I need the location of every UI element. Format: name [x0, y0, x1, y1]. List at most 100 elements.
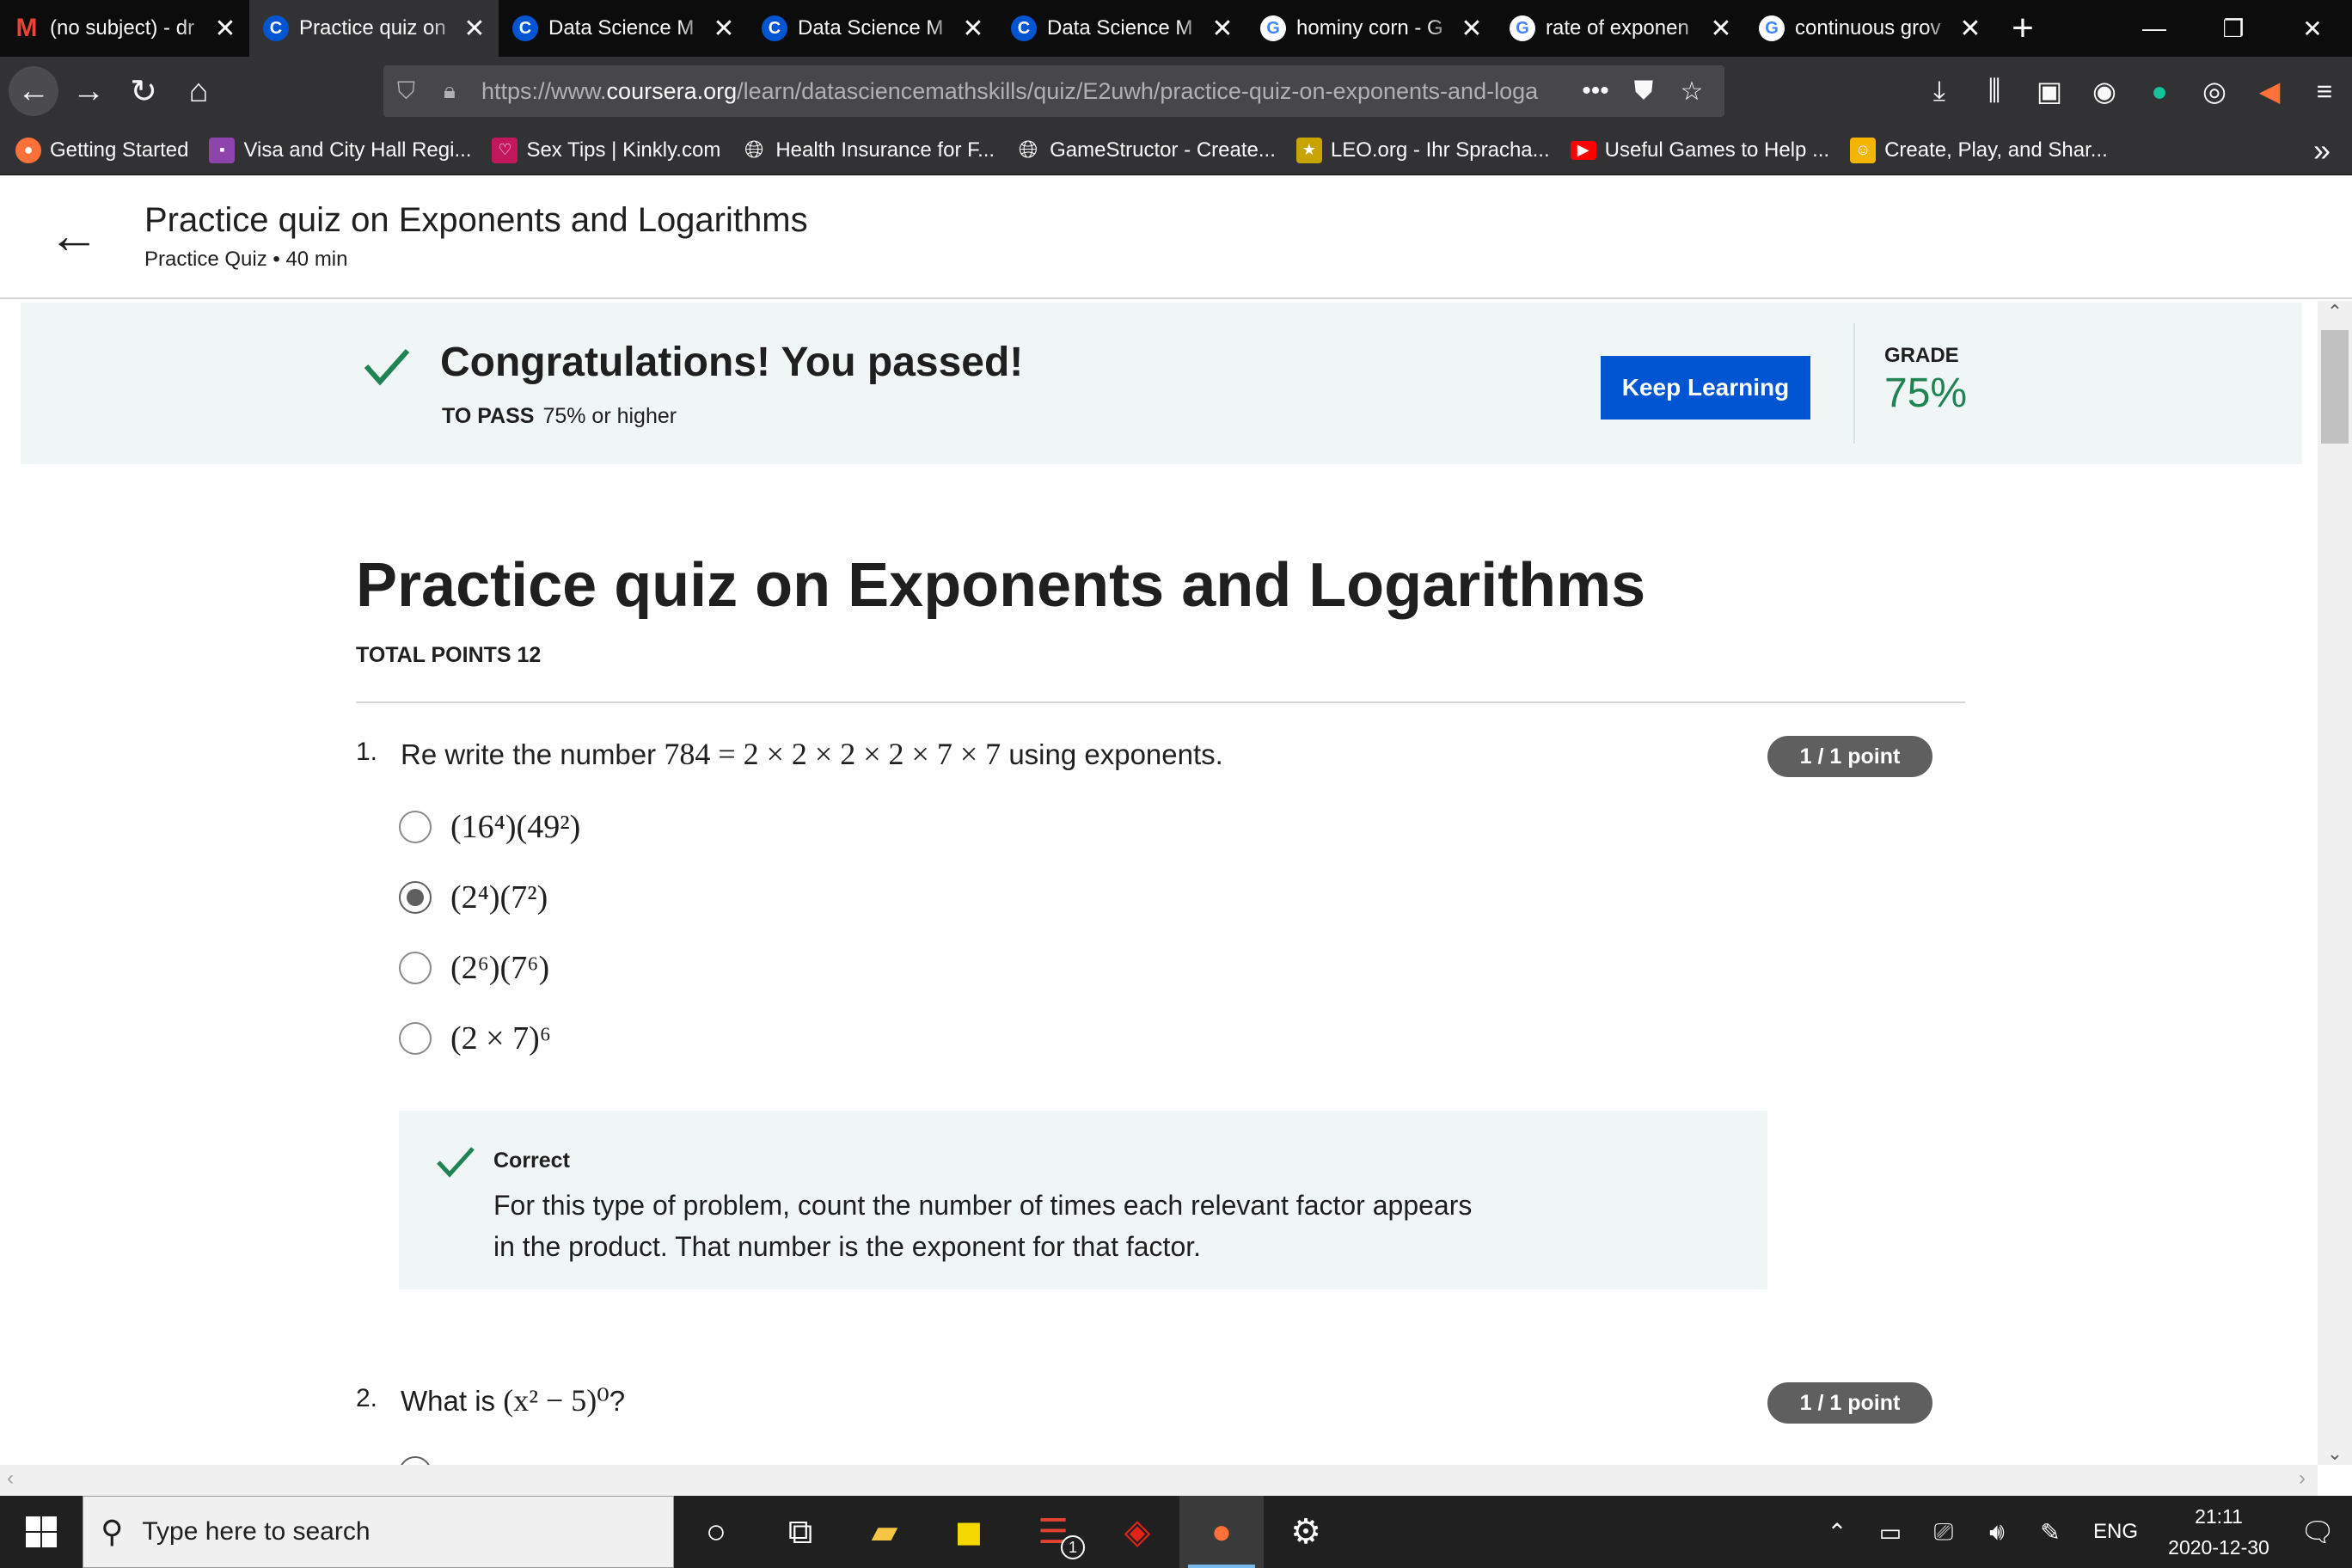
more-bookmarks-icon[interactable]: »	[2292, 132, 2352, 168]
bookmark-item[interactable]: 🌐︎ Health Insurance for F...	[741, 136, 995, 163]
forward-arrow-icon[interactable]: →	[64, 66, 113, 116]
close-tab-icon[interactable]: ✕	[1709, 14, 1733, 44]
pen-icon[interactable]: ✎	[2024, 1518, 2077, 1547]
bookmark-item[interactable]: ● Getting Started	[15, 137, 188, 163]
file-explorer-icon[interactable]: ▰	[842, 1496, 927, 1568]
back-arrow-icon[interactable]: ←	[9, 66, 58, 116]
search-placeholder: Type here to search	[142, 1517, 371, 1546]
reader-view-icon[interactable]: ▣	[2022, 75, 2077, 107]
scroll-right-icon[interactable]: ›	[2299, 1467, 2306, 1491]
item-header: ← Practice quiz on Exponents and Logarit…	[0, 175, 2352, 299]
browser-tab-hominy-corn[interactable]: G hominy corn - G ✕	[1246, 0, 1496, 57]
clock[interactable]: 21:11 2020-12-30	[2154, 1501, 2283, 1563]
home-icon[interactable]: ⌂	[174, 66, 224, 116]
browser-tab-data-science-2[interactable]: C Data Science M ✕	[748, 0, 997, 57]
close-tab-icon[interactable]: ✕	[1210, 14, 1234, 44]
bookmark-item[interactable]: ▪ Visa and City Hall Regi...	[209, 137, 471, 163]
url-text[interactable]: https://www.coursera.org/learn/datascien…	[481, 78, 1566, 105]
todoist-icon[interactable]: ☰ 1	[1011, 1496, 1095, 1568]
browser-tab-data-science-1[interactable]: C Data Science M ✕	[499, 0, 748, 57]
keep-learning-button[interactable]: Keep Learning	[1601, 356, 1810, 420]
horizontal-scrollbar[interactable]: ‹ ›	[0, 1465, 2318, 1496]
bookmark-item[interactable]: ♡ Sex Tips | Kinkly.com	[492, 137, 720, 163]
back-arrow-icon[interactable]: ←	[48, 210, 100, 261]
start-button[interactable]	[0, 1496, 83, 1568]
bookmark-star-icon[interactable]: ☆	[1673, 77, 1711, 107]
bookmark-item[interactable]: ▶ Useful Games to Help ...	[1570, 138, 1829, 162]
address-bar[interactable]: ⛉ 🔒︎ https://www.coursera.org/learn/data…	[383, 65, 1724, 117]
radio-button[interactable]	[399, 952, 432, 984]
close-tab-icon[interactable]: ✕	[1460, 14, 1484, 44]
library-icon[interactable]: ⫼	[1967, 75, 2022, 107]
header-title: Practice quiz on Exponents and Logarithm…	[144, 201, 808, 239]
bookmark-item[interactable]: 🌐︎ GameStructor - Create...	[1015, 136, 1276, 163]
browser-tab-practice-quiz[interactable]: C Practice quiz on ✕	[249, 0, 499, 57]
radio-button-checked[interactable]	[399, 881, 432, 914]
minimize-icon[interactable]: —	[2115, 0, 2194, 57]
browser-tab-rate-of-exponent[interactable]: G rate of exponen ✕	[1496, 0, 1745, 57]
taskbar-search-box[interactable]: ⚲ Type here to search	[83, 1496, 674, 1568]
close-tab-icon[interactable]: ✕	[1958, 14, 1982, 44]
firefox-icon[interactable]: ●	[1179, 1496, 1264, 1568]
chevron-up-icon[interactable]: ⌃	[1810, 1518, 1864, 1547]
grammarly-icon[interactable]: ●	[2132, 76, 2187, 107]
bookmark-item[interactable]: ☺ Create, Play, and Shar...	[1850, 137, 2108, 163]
close-tab-icon[interactable]: ✕	[213, 14, 237, 44]
close-window-icon[interactable]: ✕	[2273, 0, 2352, 57]
menu-icon[interactable]: ≡	[2297, 76, 2352, 107]
site-icon: ☺	[1850, 137, 1877, 163]
task-view-icon[interactable]: ⧉	[758, 1496, 842, 1568]
network-icon[interactable]: ⎚	[1917, 1518, 1970, 1547]
language-indicator[interactable]: ENG	[2077, 1520, 2154, 1544]
close-tab-icon[interactable]: ✕	[712, 14, 736, 44]
sticky-notes-icon[interactable]: ◼	[927, 1496, 1011, 1568]
action-center-icon[interactable]: 🗨︎	[2283, 1516, 2352, 1548]
scroll-left-icon[interactable]: ‹	[7, 1467, 14, 1491]
answer-option-selected[interactable]: (2⁴)(7²)	[399, 872, 548, 923]
tab-title: Data Science M	[1047, 16, 1193, 40]
extension-icon[interactable]: ◎	[2187, 75, 2242, 107]
close-tab-icon[interactable]: ✕	[961, 14, 985, 44]
pass-requirement: TO PASS 75% or higher	[442, 404, 677, 429]
scroll-down-icon[interactable]: ⌄	[2318, 1442, 2352, 1465]
browser-tab-gmail[interactable]: M (no subject) - dr ✕	[0, 0, 249, 57]
browser-tab-data-science-3[interactable]: C Data Science M ✕	[997, 0, 1246, 57]
radio-button[interactable]	[399, 811, 432, 843]
quiz-title: Practice quiz on Exponents and Logarithm…	[356, 551, 1646, 620]
radio-button[interactable]	[399, 1456, 432, 1465]
bookmark-label: LEO.org - Ihr Spracha...	[1330, 138, 1550, 162]
downloads-icon[interactable]: ⤓	[1912, 75, 1967, 107]
answer-option[interactable]: (2 × 7)⁶	[399, 1013, 551, 1064]
battery-icon[interactable]: ▭	[1864, 1518, 1917, 1547]
bookmark-item[interactable]: ★ LEO.org - Ihr Spracha...	[1295, 137, 1550, 163]
scrollbar-thumb[interactable]	[2321, 330, 2349, 444]
bookmark-label: Health Insurance for F...	[775, 138, 995, 162]
volume-icon[interactable]: 🔊︎	[1970, 1518, 2024, 1547]
vertical-scrollbar[interactable]: ⌃ ⌄	[2318, 301, 2352, 1465]
option-label: (16⁴)(49²)	[450, 809, 581, 845]
answer-option[interactable]: (2⁶)(7⁶)	[399, 942, 549, 994]
scroll-up-icon[interactable]: ⌃	[2318, 301, 2352, 323]
reload-icon[interactable]: ↻	[119, 66, 168, 116]
windows-taskbar: ⚲ Type here to search ○ ⧉ ▰ ◼ ☰ 1 ◈ ● ⚙ ⌃…	[0, 1496, 2352, 1568]
account-icon[interactable]: ◉	[2077, 75, 2132, 107]
close-tab-icon[interactable]: ✕	[462, 14, 487, 44]
shield-icon[interactable]: ⛉	[397, 77, 426, 106]
cortana-icon[interactable]: ○	[674, 1496, 758, 1568]
pocket-icon[interactable]: ⛊	[1625, 77, 1663, 106]
site-icon: ♡	[492, 137, 518, 163]
lock-icon[interactable]: 🔒︎	[444, 77, 481, 105]
settings-gear-icon[interactable]: ⚙	[1264, 1496, 1348, 1568]
new-tab-button[interactable]: +	[1994, 0, 2051, 57]
restore-icon[interactable]: ❐	[2194, 0, 2273, 57]
page-actions-icon[interactable]: •••	[1577, 77, 1614, 106]
browser-tab-continuous-growth[interactable]: G continuous grov ✕	[1745, 0, 1994, 57]
answer-option[interactable]: (16⁴)(49²)	[399, 801, 580, 853]
question-text: Re write the number 784 = 2 × 2 × 2 × 2 …	[401, 736, 1223, 772]
acrobat-icon[interactable]: ◈	[1095, 1496, 1179, 1568]
coursera-icon: C	[762, 15, 787, 41]
gmail-icon: M	[15, 14, 38, 42]
windows-logo-icon	[26, 1516, 57, 1547]
radio-button[interactable]	[399, 1022, 432, 1055]
megaphone-icon[interactable]: ◀	[2242, 75, 2297, 107]
